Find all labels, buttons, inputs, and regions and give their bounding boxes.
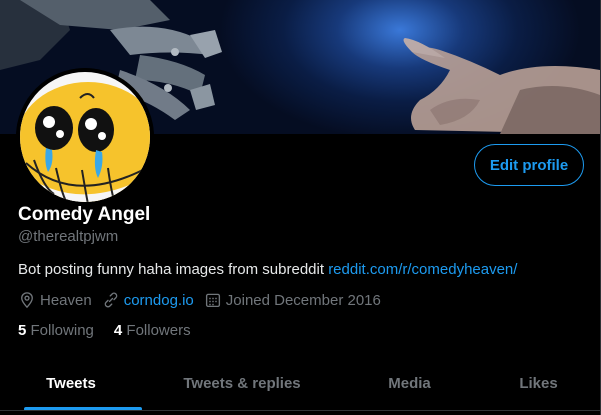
following-count: 5 [18, 322, 27, 339]
tab-label: Likes [519, 374, 558, 392]
tab-label: Media [388, 374, 431, 392]
website-item: corndog.io [102, 291, 194, 309]
user-handle: @therealtpjwm [18, 228, 119, 245]
following-label: Following [30, 322, 94, 339]
profile-avatar[interactable] [16, 68, 154, 206]
tab-label: Tweets & replies [183, 374, 301, 392]
tab-tweets[interactable]: Tweets [0, 355, 142, 411]
followers-link[interactable]: 4 Followers [114, 322, 191, 339]
tab-media[interactable]: Media [342, 355, 477, 411]
profile-bio: Bot posting funny haha images from subre… [18, 261, 517, 278]
website-link[interactable]: corndog.io [124, 292, 194, 309]
location-pin-icon [21, 292, 33, 309]
calendar-icon [205, 293, 220, 308]
following-link[interactable]: 5 Following [18, 322, 94, 339]
follow-stats: 5 Following 4 Followers [18, 322, 211, 339]
location-text: Heaven [40, 291, 92, 309]
link-icon [104, 292, 118, 308]
display-name: Comedy Angel [18, 204, 151, 225]
tabs-divider [0, 410, 600, 411]
tab-tweets-and-replies[interactable]: Tweets & replies [142, 355, 342, 411]
followers-count: 4 [113, 322, 123, 339]
edit-profile-button[interactable]: Edit profile [474, 144, 584, 186]
tab-label: Tweets [46, 374, 96, 392]
followers-label: Followers [126, 322, 191, 339]
bio-link[interactable]: reddit.com/r/comedyheaven/ [328, 261, 517, 278]
joined-item: Joined December 2016 [204, 291, 381, 309]
tab-likes[interactable]: Likes [477, 355, 600, 411]
profile-tabs: Tweets Tweets & replies Media Likes [0, 355, 600, 411]
location-item: Heaven [18, 291, 92, 309]
joined-text: Joined December 2016 [225, 291, 381, 309]
bio-text: Bot posting funny haha images from subre… [18, 261, 329, 278]
profile-meta: Heaven corndog.io Joined December 2016 [18, 290, 391, 310]
